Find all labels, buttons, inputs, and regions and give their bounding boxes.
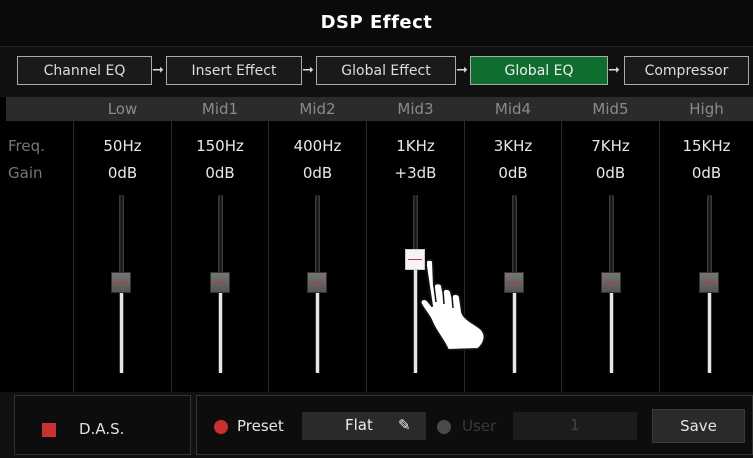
preset-radio[interactable] [214, 420, 228, 434]
band-mid2: Mid2 400Hz 0dB [269, 97, 367, 392]
arrow-right-icon: ➞ [608, 62, 620, 78]
gain-slider-knob[interactable] [307, 272, 327, 293]
band-gain[interactable]: 0dB [74, 164, 171, 182]
preset-label: Preset [237, 417, 284, 435]
pencil-icon[interactable]: ✎ [398, 416, 411, 434]
gain-slider-knob[interactable] [111, 272, 131, 293]
gain-slider-knob[interactable] [699, 272, 719, 293]
tab-compressor[interactable]: Compressor [624, 56, 749, 85]
band-frequency[interactable]: 50Hz [74, 137, 171, 155]
das-label: D.A.S. [79, 420, 125, 438]
band-name: Mid4 [465, 97, 561, 121]
arrow-right-icon: ➞ [302, 62, 314, 78]
band-name: Low [74, 97, 171, 121]
tab-global-eq[interactable]: Global EQ [470, 56, 608, 85]
user-radio[interactable] [437, 420, 451, 434]
window-title: DSP Effect [320, 12, 433, 33]
title-bar: DSP Effect [0, 0, 753, 47]
das-indicator [42, 423, 56, 437]
band-gain[interactable]: 0dB [465, 164, 561, 182]
user-value: 1 [570, 416, 580, 434]
freq-row-label: Freq. [8, 137, 45, 155]
arrow-right-icon: ➞ [152, 62, 164, 78]
gain-slider-knob[interactable] [504, 272, 524, 293]
tab-insert-effect[interactable]: Insert Effect [166, 56, 302, 85]
band-high: High 15KHz 0dB [660, 97, 753, 392]
band-name: Mid5 [562, 97, 659, 121]
band-name: Mid3 [367, 97, 464, 121]
band-gain[interactable]: 0dB [269, 164, 366, 182]
band-frequency[interactable]: 1KHz [367, 137, 464, 155]
gain-slider-knob[interactable] [210, 272, 230, 293]
band-frequency[interactable]: 7KHz [562, 137, 659, 155]
band-gain[interactable]: 0dB [172, 164, 268, 182]
das-toggle[interactable]: D.A.S. [14, 395, 191, 455]
label-column-header [6, 97, 73, 121]
preset-panel: Preset Flat ✎ User 1 Save [196, 395, 753, 455]
preset-value-field[interactable]: Flat ✎ [302, 412, 426, 440]
eq-panel: Freq. Gain Low 50Hz 0dB Mid1 150Hz 0dB M… [6, 97, 753, 392]
user-label: User [462, 417, 497, 435]
gain-slider-fill [610, 282, 613, 373]
preset-value: Flat [345, 416, 373, 434]
label-column: Freq. Gain [6, 97, 74, 392]
band-name: Mid1 [172, 97, 268, 121]
tab-bar: Channel EQ ➞ Insert Effect ➞ Global Effe… [0, 47, 753, 97]
gain-slider-fill [120, 282, 123, 373]
band-mid1: Mid1 150Hz 0dB [172, 97, 269, 392]
gain-slider-fill [414, 259, 417, 373]
gain-slider-fill [708, 282, 711, 373]
band-frequency[interactable]: 3KHz [465, 137, 561, 155]
arrow-right-icon: ➞ [456, 62, 468, 78]
gain-slider-knob[interactable] [601, 272, 621, 293]
band-frequency[interactable]: 150Hz [172, 137, 268, 155]
band-name: Mid2 [269, 97, 366, 121]
gain-slider-fill [316, 282, 319, 373]
band-mid5: Mid5 7KHz 0dB [562, 97, 660, 392]
band-gain[interactable]: 0dB [562, 164, 659, 182]
band-low: Low 50Hz 0dB [74, 97, 172, 392]
band-frequency[interactable]: 400Hz [269, 137, 366, 155]
band-gain[interactable]: 0dB [660, 164, 753, 182]
tab-channel-eq[interactable]: Channel EQ [17, 56, 152, 85]
user-value-field[interactable]: 1 [513, 412, 637, 440]
touch-hand-icon [419, 258, 486, 351]
save-button[interactable]: Save [652, 409, 745, 443]
gain-slider-fill [219, 282, 222, 373]
band-frequency[interactable]: 15KHz [660, 137, 753, 155]
band-gain[interactable]: +3dB [367, 164, 464, 182]
gain-row-label: Gain [8, 164, 43, 182]
tab-global-effect[interactable]: Global Effect [316, 56, 456, 85]
band-name: High [660, 97, 753, 121]
bottom-bar: D.A.S. Preset Flat ✎ User 1 Save [0, 392, 753, 458]
gain-slider-fill [513, 282, 516, 373]
